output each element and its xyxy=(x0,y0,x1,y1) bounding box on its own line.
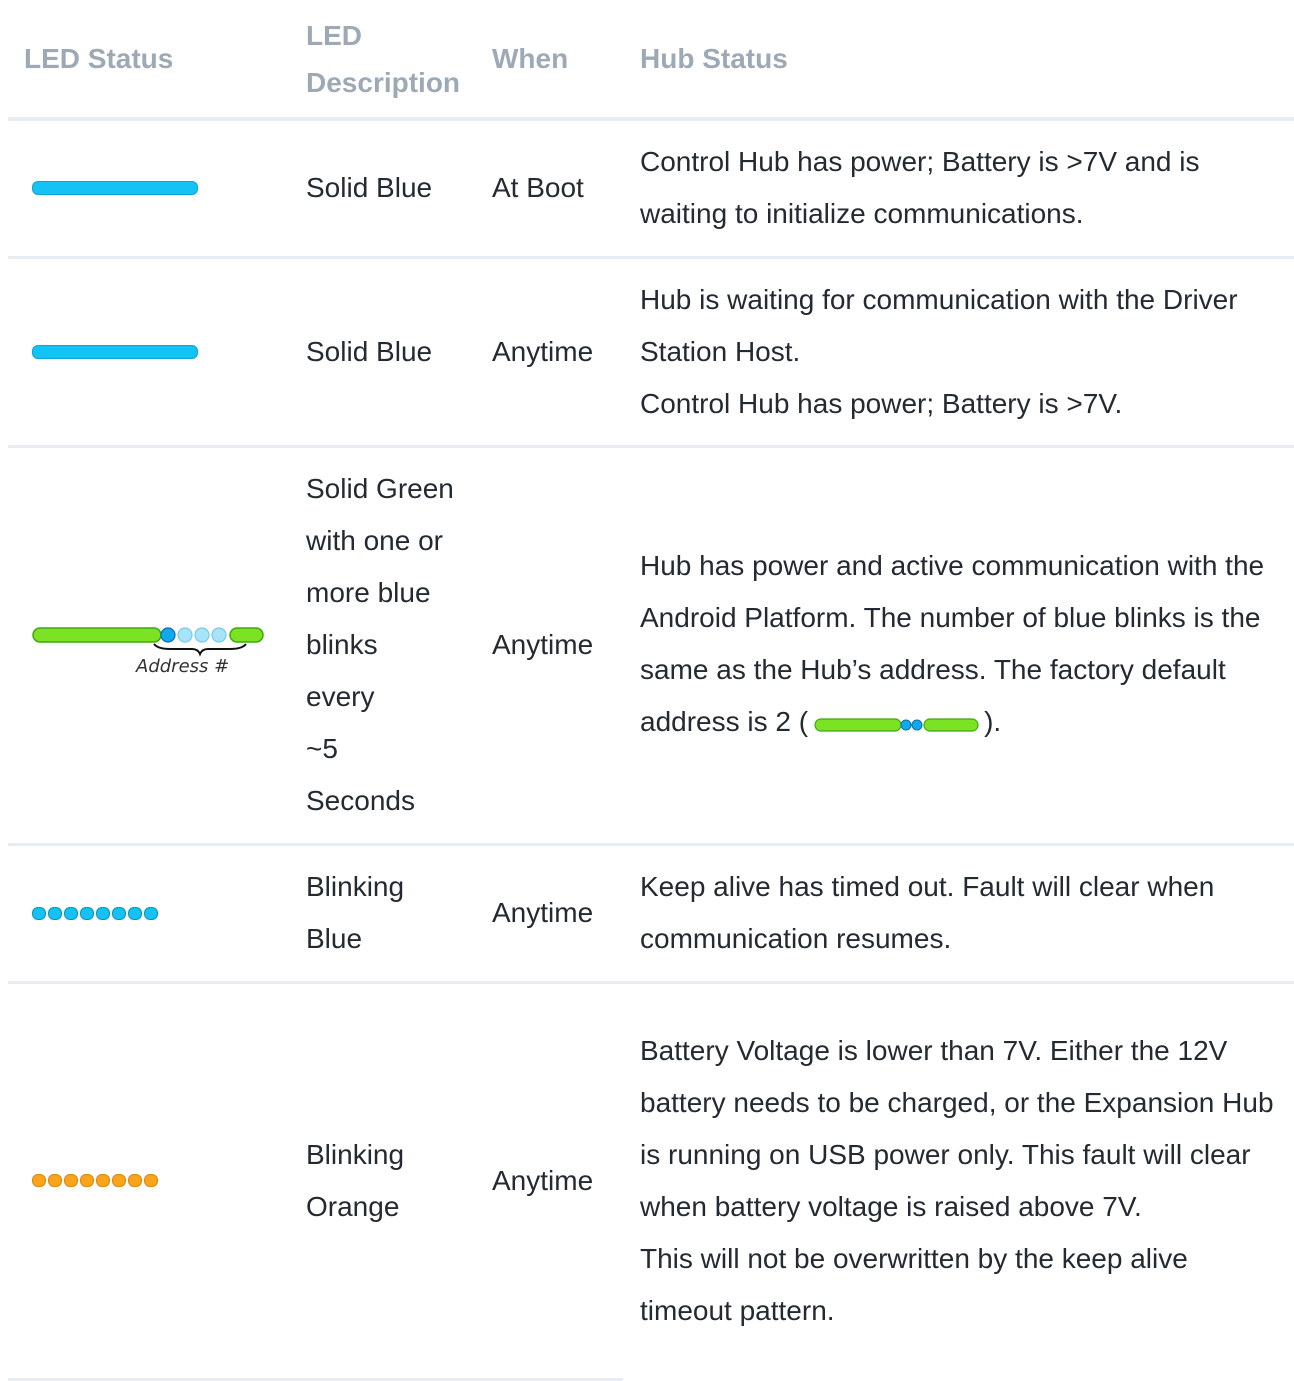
led-description-line: Blue xyxy=(306,923,363,954)
table-row: Address # Solid Green with one or more b… xyxy=(8,446,1294,846)
led-description-line: Seconds xyxy=(306,785,415,816)
hub-status-cell: Keep alive has timed out. Fault will cle… xyxy=(623,844,1294,984)
green-blue-blink-led-icon: Address # xyxy=(32,610,272,680)
hub-status-text: Hub is waiting for communication with th… xyxy=(640,283,1238,367)
led-description-line: ~5 xyxy=(306,733,338,764)
hub-status-cell: Battery Voltage is lower than 7V. Either… xyxy=(623,982,1294,1379)
hub-status-suffix: ). xyxy=(984,706,1002,738)
hub-status-cell: Hub has power and active communication w… xyxy=(623,446,1294,846)
led-description-line: every xyxy=(306,681,375,712)
led-description-line: Blinking xyxy=(306,871,405,902)
solid-blue-led-icon xyxy=(32,344,198,359)
led-status-cell xyxy=(8,119,282,259)
led-description-line: Solid Green xyxy=(306,473,454,504)
led-status-cell: Address # xyxy=(8,446,282,846)
address-2-led-icon xyxy=(814,698,980,750)
led-description-cell: Solid Blue xyxy=(282,257,475,448)
header-when: When xyxy=(475,0,623,121)
led-description-line: Orange xyxy=(306,1190,400,1222)
when-cell: Anytime xyxy=(475,982,623,1381)
address-caption: Address # xyxy=(135,656,229,677)
when-cell: At Boot xyxy=(475,119,623,259)
led-description-line: Blinking xyxy=(306,1138,405,1170)
header-led-description: LED Description xyxy=(282,0,475,121)
led-description-cell: Solid Green with one or more blue blinks… xyxy=(282,446,475,846)
table-row: Solid Blue Anytime Hub is waiting for co… xyxy=(8,257,1294,448)
header-led-description-line2: Description xyxy=(306,66,461,98)
table-row: Solid Blue At Boot Control Hub has power… xyxy=(8,119,1294,259)
table-row: Blinking Orange Anytime Battery Voltage … xyxy=(8,982,1294,1381)
hub-status-text: Control Hub has power; Battery is >7V an… xyxy=(640,146,1200,230)
when-cell: Anytime xyxy=(475,446,623,846)
hub-status-text: Control Hub has power; Battery is >7V. xyxy=(640,387,1123,419)
hub-status-cell: Control Hub has power; Battery is >7V an… xyxy=(623,119,1294,259)
when-cell: Anytime xyxy=(475,257,623,448)
hub-status-cell: Hub is waiting for communication with th… xyxy=(623,257,1294,448)
header-led-status: LED Status xyxy=(8,0,282,121)
led-description-line: more blue xyxy=(306,577,431,608)
table-row: Blinking Blue Anytime Keep alive has tim… xyxy=(8,844,1294,984)
header-led-description-line1: LED xyxy=(306,19,362,51)
led-status-cell xyxy=(8,844,282,984)
led-description-line: with one or xyxy=(306,525,443,556)
led-status-table: LED Status LED Description When Hub Stat… xyxy=(8,0,1294,1381)
blinking-orange-led-icon xyxy=(32,1174,268,1187)
led-status-cell xyxy=(8,982,282,1381)
hub-status-text: Battery Voltage is lower than 7V. Either… xyxy=(640,1035,1274,1223)
hub-status-text: Hub has power and active communication w… xyxy=(640,540,1280,750)
table-header-row: LED Status LED Description When Hub Stat… xyxy=(8,0,1294,121)
led-description-cell: Solid Blue xyxy=(282,119,475,259)
led-description-line: blinks xyxy=(306,629,378,660)
blinking-blue-led-icon xyxy=(32,906,268,920)
led-description-cell: Blinking Blue xyxy=(282,844,475,984)
led-status-cell xyxy=(8,257,282,448)
hub-status-text: Keep alive has timed out. Fault will cle… xyxy=(640,871,1215,954)
header-hub-status: Hub Status xyxy=(623,0,1294,121)
led-description-cell: Blinking Orange xyxy=(282,982,475,1381)
hub-status-text: This will not be overwritten by the keep… xyxy=(640,1243,1188,1327)
when-cell: Anytime xyxy=(475,844,623,984)
solid-blue-led-icon xyxy=(32,181,198,196)
